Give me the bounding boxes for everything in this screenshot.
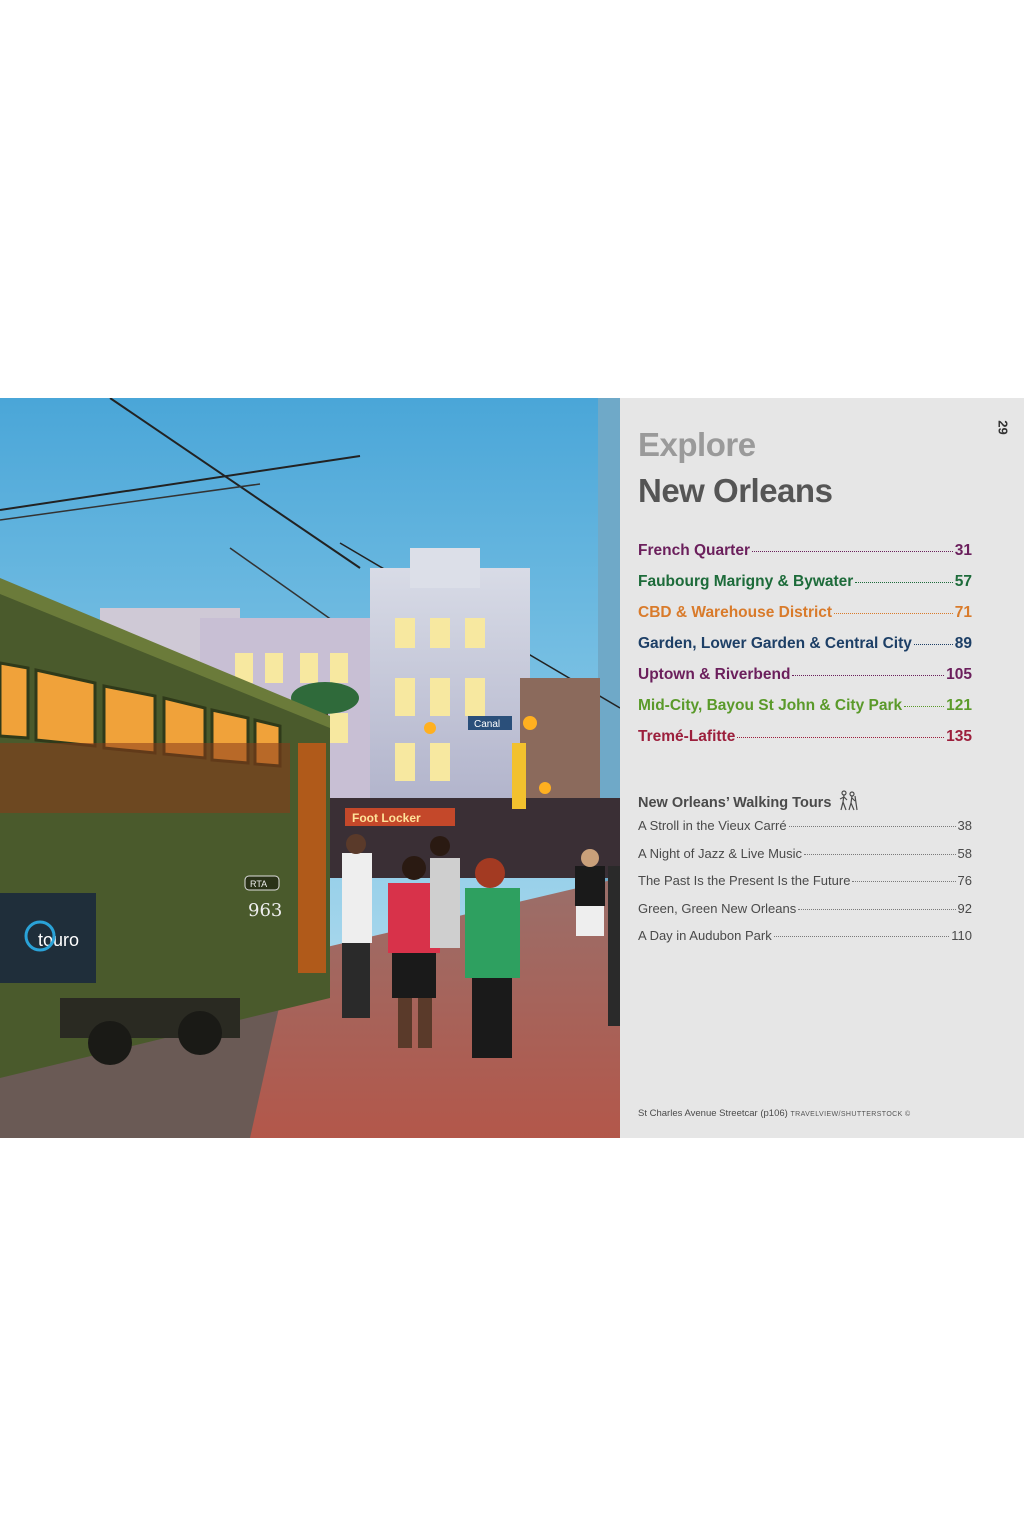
toc-entry-cbd-warehouse[interactable]: CBD & Warehouse District 71 [638, 604, 972, 635]
toc-entry-marigny-bywater[interactable]: Faubourg Marigny & Bywater 57 [638, 573, 972, 604]
toc-page: 89 [954, 635, 972, 652]
toc-entry-mid-city[interactable]: Mid-City, Bayou St John & City Park 121 [638, 697, 972, 728]
tour-entry[interactable]: Green, Green New Orleans 92 [638, 901, 972, 929]
toc-entry-french-quarter[interactable]: French Quarter 31 [638, 542, 972, 573]
tour-label: A Stroll in the Vieux Carré [638, 818, 787, 833]
contents-panel: 29 Explore New Orleans French Quarter 31 … [620, 398, 1024, 1138]
toc-label: Uptown & Riverbend [638, 666, 791, 683]
touro-ad-text: touro [38, 930, 79, 950]
toc-leader [904, 706, 945, 707]
toc-leader [855, 582, 953, 583]
car-number: 963 [248, 900, 282, 921]
walking-hikers-icon [837, 790, 859, 816]
tour-label: The Past Is the Present Is the Future [638, 873, 851, 888]
title-explore: Explore [638, 426, 756, 463]
toc-entry-treme-lafitte[interactable]: Tremé-Lafitte 135 [638, 728, 972, 759]
toc-label: Mid-City, Bayou St John & City Park [638, 697, 903, 714]
tour-page: 110 [951, 928, 972, 943]
tour-entry[interactable]: The Past Is the Present Is the Future 76 [638, 873, 972, 901]
rta-badge: RTA [250, 879, 267, 889]
toc-page: 135 [946, 728, 972, 745]
toc-label: CBD & Warehouse District [638, 604, 833, 621]
streetcar-photo: Foot Locker Canal touro RTA 963 [0, 398, 620, 1138]
tour-page: 58 [957, 845, 972, 861]
toc-page: 71 [954, 604, 972, 621]
tour-leader [804, 853, 956, 855]
tour-page: 38 [957, 818, 972, 833]
tour-entry[interactable]: A Stroll in the Vieux Carré 38 [638, 818, 972, 846]
photo-credit: TRAVELVIEW/SHUTTERSTOCK © [790, 1111, 911, 1118]
toc-leader [834, 613, 953, 614]
book-spread: Foot Locker Canal touro RTA 963 29 Explo… [0, 398, 1024, 1138]
toc-leader [792, 675, 945, 676]
neighbourhood-contents: French Quarter 31 Faubourg Marigny & Bywa… [638, 542, 972, 759]
tour-entry[interactable]: A Night of Jazz & Live Music 58 [638, 846, 972, 874]
tour-entry[interactable]: A Day in Audubon Park 110 [638, 928, 972, 956]
toc-label: Faubourg Marigny & Bywater [638, 573, 854, 590]
toc-page: 31 [954, 542, 972, 559]
svg-text:Canal: Canal [474, 719, 500, 730]
page-number: 29 [995, 420, 1011, 435]
tour-leader [852, 881, 956, 882]
toc-leader [913, 644, 953, 645]
photo-caption: St Charles Avenue Streetcar (p106) TRAVE… [638, 1108, 911, 1119]
toc-label: Tremé-Lafitte [638, 728, 736, 745]
toc-leader [737, 737, 945, 738]
caption-text: St Charles Avenue Streetcar (p106) [638, 1108, 788, 1119]
tour-leader [773, 936, 950, 937]
toc-label: Garden, Lower Garden & Central City [638, 635, 912, 652]
toc-entry-uptown-riverbend[interactable]: Uptown & Riverbend 105 [638, 666, 972, 697]
toc-entry-garden-district[interactable]: Garden, Lower Garden & Central City 89 [638, 635, 972, 666]
svg-text:Foot Locker: Foot Locker [352, 811, 421, 825]
tour-label: A Night of Jazz & Live Music [638, 845, 803, 861]
toc-page: 105 [946, 666, 972, 683]
tour-leader [798, 908, 956, 910]
tour-page: 76 [957, 873, 972, 888]
tour-leader [788, 826, 956, 827]
toc-page: 121 [946, 697, 972, 714]
walking-tours-title: New Orleans’ Walking Tours [638, 795, 832, 811]
toc-leader [751, 551, 953, 552]
walking-tours-heading: New Orleans’ Walking Tours [638, 790, 859, 816]
toc-page: 57 [954, 573, 972, 590]
tour-label: A Day in Audubon Park [638, 928, 772, 943]
tour-label: Green, Green New Orleans [638, 900, 797, 916]
walking-tours-list: A Stroll in the Vieux Carré 38 A Night of… [638, 818, 972, 956]
toc-label: French Quarter [638, 542, 750, 559]
title-new-orleans: New Orleans [638, 472, 833, 509]
tour-page: 92 [957, 900, 972, 916]
